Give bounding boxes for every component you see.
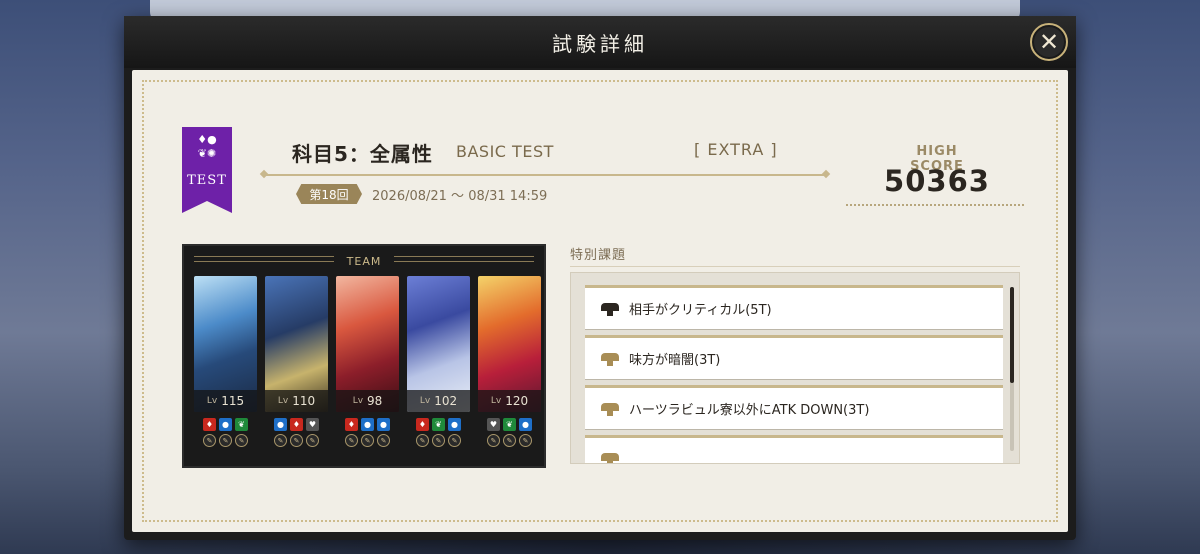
buddy-ring-icon: ✎ (345, 434, 358, 447)
fire-icon: ♦ (416, 418, 429, 431)
exam-period: 2026/08/21 ～ 08/31 14:59 (372, 189, 548, 204)
water-icon: ● (519, 418, 532, 431)
high-score-divider (846, 204, 1024, 206)
buddy-ring-icon: ✎ (203, 434, 216, 447)
detail-panel: ♦● ❦✺ TEST 科目5：全属性 BASIC TEST [ EXTRA ] 第… (132, 70, 1068, 532)
gem-set: ● ♦ ♥ ✎ ✎ ✎ (265, 418, 328, 447)
special-task-item: 味方が暗闇(3T) (585, 335, 1003, 379)
subject-subtitle: BASIC TEST (456, 142, 554, 161)
card-level: Lv 110 (265, 390, 328, 412)
water-icon: ● (361, 418, 374, 431)
team-header: TEAM (184, 250, 544, 272)
card-level: Lv 120 (478, 390, 541, 412)
buddy-ring-icon: ✎ (448, 434, 461, 447)
fire-icon: ♦ (203, 418, 216, 431)
round-badge: 第18回 (296, 184, 362, 204)
buddy-ring-icon: ✎ (306, 434, 319, 447)
cosmic-icon: ♥ (487, 418, 500, 431)
scrollbar-thumb[interactable] (1010, 287, 1014, 383)
level-value: 110 (292, 394, 316, 408)
buddy-ring-icon: ✎ (503, 434, 516, 447)
buddy-ring-icon: ✎ (235, 434, 248, 447)
buddy-ring-icon: ✎ (219, 434, 232, 447)
buddy-ring-icon: ✎ (432, 434, 445, 447)
level-value: 120 (505, 394, 529, 408)
level-prefix: Lv (490, 396, 502, 406)
special-tasks-label: 特別課題 (570, 248, 627, 263)
team-card[interactable]: Lv 102 (407, 276, 470, 412)
special-tasks-divider (570, 266, 1020, 267)
level-value: 115 (221, 394, 245, 408)
tasks-scrollbar[interactable] (1010, 287, 1014, 451)
cosmic-icon: ♥ (306, 418, 319, 431)
level-prefix: Lv (419, 396, 431, 406)
card-level: Lv 98 (336, 390, 399, 412)
mask-icon (601, 452, 619, 463)
mask-icon (601, 402, 619, 416)
level-prefix: Lv (277, 396, 289, 406)
buddy-ring-icon: ✎ (290, 434, 303, 447)
buddy-ring-icon: ✎ (416, 434, 429, 447)
close-icon[interactable]: ✕ (1039, 30, 1059, 54)
task-text: 味方が暗闇(3T) (629, 353, 721, 368)
team-label: TEAM (346, 254, 382, 268)
team-card[interactable]: Lv 115 (194, 276, 257, 412)
dialog-header: 試験詳細 ✕ (124, 16, 1076, 68)
high-score-value: 50363 (884, 164, 990, 198)
gem-set: ♥ ❦ ● ✎ ✎ ✎ (478, 418, 541, 447)
test-ribbon: ♦● ❦✺ TEST (182, 127, 232, 213)
buddy-ring-icon: ✎ (377, 434, 390, 447)
gem-set: ♦ ● ● ✎ ✎ ✎ (336, 418, 399, 447)
mask-icon (601, 302, 619, 316)
buddy-ring-icon: ✎ (487, 434, 500, 447)
special-task-item (585, 435, 1003, 463)
difficulty-tag: [ EXTRA ] (694, 140, 778, 159)
level-value: 102 (434, 394, 458, 408)
mask-icon (601, 352, 619, 366)
subject-title: 科目5：全属性 (292, 142, 433, 166)
buddy-ring-icon: ✎ (274, 434, 287, 447)
buddy-ring-icon: ✎ (361, 434, 374, 447)
card-level: Lv 102 (407, 390, 470, 412)
flora-icon: ❦ (503, 418, 516, 431)
special-task-item: 相手がクリティカル(5T) (585, 285, 1003, 329)
level-prefix: Lv (352, 396, 364, 406)
team-card[interactable]: Lv 98 (336, 276, 399, 412)
task-text: 相手がクリティカル(5T) (629, 303, 772, 318)
team-card[interactable]: Lv 120 (478, 276, 541, 412)
buddy-ring-icon: ✎ (519, 434, 532, 447)
fire-icon: ♦ (290, 418, 303, 431)
exam-details-dialog: 試験詳細 ✕ ♦● ❦✺ TEST 科目5：全属性 BASIC TEST [ EX… (124, 16, 1076, 540)
ribbon-text: TEST (187, 173, 227, 188)
team-magic-gems: ♦ ● ❦ ✎ ✎ ✎ ● ♦ ♥ ✎ ✎ ✎ ♦ ● ● ✎ ✎ ✎ ♦ ❦ … (194, 418, 541, 447)
water-icon: ● (219, 418, 232, 431)
team-cards: Lv 115 Lv 110 Lv 98 Lv 102 Lv 120 (194, 276, 541, 412)
fire-icon: ♦ (345, 418, 358, 431)
flora-icon: ❦ (235, 418, 248, 431)
team-card[interactable]: Lv 110 (265, 276, 328, 412)
task-text: ハーツラビュル寮以外にATK DOWN(3T) (629, 403, 870, 418)
team-panel[interactable]: TEAM Lv 115 Lv 110 Lv 98 Lv 102 Lv 120 ♦… (182, 244, 546, 468)
water-icon: ● (377, 418, 390, 431)
card-level: Lv 115 (194, 390, 257, 412)
title-divider (264, 174, 826, 176)
dialog-title: 試験詳細 (552, 31, 648, 56)
flora-icon: ❦ (432, 418, 445, 431)
gem-set: ♦ ● ❦ ✎ ✎ ✎ (194, 418, 257, 447)
special-tasks-list[interactable]: 相手がクリティカル(5T) 味方が暗闇(3T) ハーツラビュル寮以外にATK D… (570, 272, 1020, 464)
level-prefix: Lv (206, 396, 218, 406)
level-value: 98 (367, 394, 383, 408)
ribbon-emblem-icon: ♦● ❦✺ (197, 133, 217, 160)
close-button[interactable]: ✕ (1030, 23, 1068, 61)
water-icon: ● (448, 418, 461, 431)
gem-set: ♦ ❦ ● ✎ ✎ ✎ (407, 418, 470, 447)
water-icon: ● (274, 418, 287, 431)
special-task-item: ハーツラビュル寮以外にATK DOWN(3T) (585, 385, 1003, 429)
